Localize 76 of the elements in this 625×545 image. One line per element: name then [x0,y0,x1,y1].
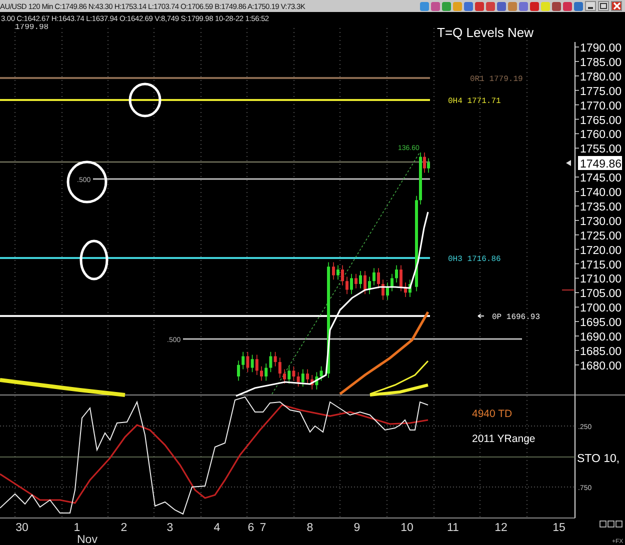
minimize-button[interactable] [585,1,596,11]
date-axis-label: 30 [16,522,28,534]
candlestick [346,276,348,294]
candlestick [382,279,384,300]
highlight-circle [128,82,162,118]
candlestick [306,368,309,384]
arrow-icon [478,314,484,318]
level-label: 0H3 1716.86 [448,255,501,264]
date-axis-label: 11 [447,522,459,534]
close-button[interactable] [611,1,622,11]
level-label: 0H4 1771.71 [448,97,501,106]
candlestick [359,270,362,289]
date-axis-label: 1 [74,522,80,534]
price-axis-label: 1735.00 [580,201,622,214]
price-axis-label: 1715.00 [580,259,622,272]
candlestick [237,360,240,382]
candlestick [390,273,394,292]
price-axis-label: 1710.00 [580,274,622,286]
level-label: 0P 1696.93 [492,313,540,322]
highlight-circle [80,240,108,280]
price-axis-label: 1745.00 [580,172,622,185]
candlestick [354,273,358,289]
level-label: 0R1 1779.19 [470,75,523,84]
candlestick [404,282,407,298]
candlestick [350,273,353,294]
price-axis-label: 1785.00 [580,56,622,69]
date-axis-label: 9 [354,522,360,534]
candlestick [336,264,340,280]
candlestick [386,282,389,300]
price-axis-label: 1680.00 [580,360,622,372]
candlestick [332,262,335,280]
date-axis-label: 10 [400,522,414,534]
price-axis-label: 1695.00 [580,317,622,330]
legend-label: 2011 YRange [472,433,536,445]
price-axis-label: 1770.00 [580,100,622,112]
candlestick [283,368,286,384]
last-price-label: 1749.86 [578,156,622,170]
indicator-name: STO 10, [577,453,620,465]
price-axis-label: 1765.00 [580,114,622,127]
candlestick [368,276,371,294]
price-axis-label: 1730.00 [580,216,622,228]
price-axis-label: 1690.00 [580,332,622,344]
date-axis-label: 8 [306,522,314,534]
price-axis-label: 1780.00 [580,71,622,84]
price-axis-label: 1700.00 [580,302,622,315]
price-axis-label: 1720.00 [580,244,622,257]
candlestick [260,366,263,382]
price-axis-label: 1755.00 [580,144,622,156]
candlestick [372,268,376,286]
legend-label: 4940 TD [472,408,512,420]
candlestick [395,264,398,283]
chart-title: T=Q Levels New [437,25,534,40]
maximize-button[interactable] [598,1,609,11]
pointer-icon [566,160,571,166]
date-axis-label: 15 [552,522,566,534]
date-axis-label: 3 [166,522,174,534]
candlestick [341,264,344,286]
candlestick [364,270,366,294]
candlestick [400,264,402,292]
price-axis-label: 1685.00 [580,346,622,358]
date-axis-label: 6 [248,522,254,534]
candlestick [408,279,412,298]
month-label: Nov [77,534,98,545]
top-price-label: 1799.98 [15,24,49,32]
price-axis-label: 1705.00 [580,288,622,300]
date-axis-label: 2 [120,522,128,534]
price-axis-label: 1790.00 [580,42,622,54]
date-axis-label: 7 [260,522,266,534]
date-axis-label: 4 [214,522,220,534]
price-axis-label: 1760.00 [580,129,622,142]
candlestick [377,268,380,289]
highlight-circle [66,160,108,204]
price-axis-label: 1740.00 [580,187,622,199]
price-axis-label: 1725.00 [580,230,622,242]
date-axis-label: 12 [494,522,508,534]
price-axis-label: 1775.00 [580,86,622,98]
